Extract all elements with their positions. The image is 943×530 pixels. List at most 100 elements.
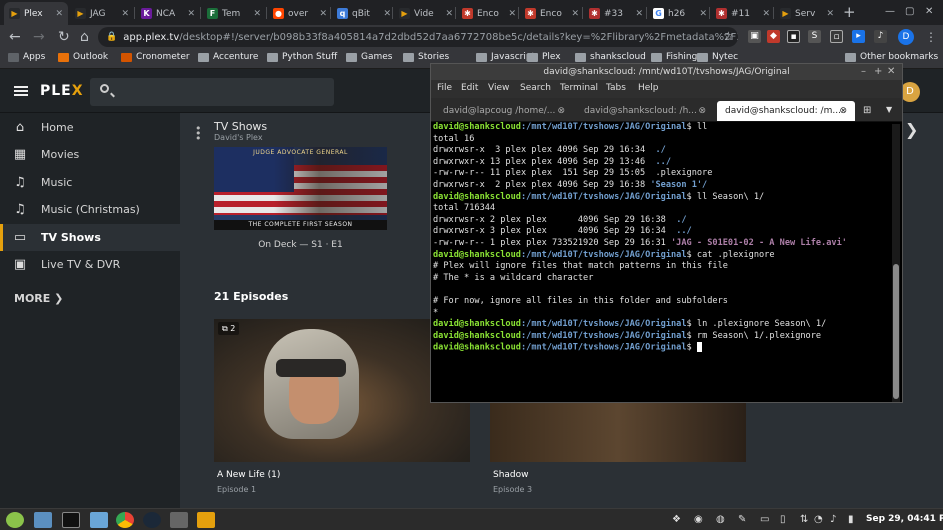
browser-tab[interactable]: ▶ Plex ✕ bbox=[4, 2, 68, 25]
tab-close-icon[interactable]: ✕ bbox=[567, 9, 579, 19]
back-arrow-icon[interactable]: ← bbox=[9, 29, 21, 45]
browser-tab[interactable]: ✱ Enco ✕ bbox=[457, 2, 521, 25]
episode-title[interactable]: A New Life (1) bbox=[217, 470, 280, 480]
steam-icon[interactable] bbox=[143, 512, 161, 528]
tab-close-icon[interactable]: ✕ bbox=[379, 9, 391, 19]
terminal-scrollbar[interactable] bbox=[892, 124, 900, 402]
tray-icon[interactable]: ◍ bbox=[716, 514, 725, 525]
bookmark-item[interactable]: Nytec bbox=[697, 52, 738, 62]
tab-close-icon[interactable]: ✕ bbox=[822, 9, 834, 19]
sidebar-item[interactable]: ♫ Music bbox=[0, 169, 180, 196]
bookmark-item[interactable]: Fishing bbox=[651, 52, 697, 62]
terminal-launcher-icon[interactable] bbox=[62, 512, 80, 528]
show-poster[interactable]: JUDGE ADVOCATE GENERAL THE COMPLETE FIRS… bbox=[214, 147, 387, 230]
tab-close-icon[interactable]: ✕ bbox=[315, 9, 327, 19]
tab-close-icon[interactable]: ✕ bbox=[504, 9, 516, 19]
plex-logo[interactable]: PLEX bbox=[40, 83, 84, 99]
wifi-icon[interactable]: ◔ bbox=[814, 514, 823, 525]
tab-close-icon[interactable]: ⊗ bbox=[698, 101, 706, 121]
on-deck-label[interactable]: On Deck — S1 · E1 bbox=[214, 240, 387, 250]
minimize-icon[interactable]: – bbox=[861, 64, 866, 80]
hamburger-menu-icon[interactable] bbox=[14, 86, 28, 96]
chrome-icon[interactable] bbox=[116, 512, 134, 528]
media-icon[interactable]: ♪ bbox=[874, 30, 887, 43]
new-terminal-tab-icon[interactable]: ⊞ bbox=[863, 105, 871, 116]
tab-close-icon[interactable]: ⊗ bbox=[839, 101, 847, 121]
sidebar-item[interactable]: ▣ Live TV & DVR bbox=[0, 251, 180, 278]
bookmark-item[interactable]: Accenture bbox=[198, 52, 258, 62]
bookmark-item[interactable]: Outlook bbox=[58, 52, 108, 62]
browser-tab[interactable]: F Tem ✕ bbox=[202, 2, 266, 25]
extension-icon[interactable]: ▣ bbox=[748, 30, 761, 43]
profile-avatar[interactable]: D bbox=[898, 29, 914, 45]
browser-tab[interactable]: ▶ Serv ✕ bbox=[775, 2, 839, 25]
scrollbar-thumb[interactable] bbox=[893, 264, 899, 399]
terminal-menu-item[interactable]: Tabs bbox=[606, 83, 626, 93]
browser-tab[interactable]: ▶ Vide ✕ bbox=[394, 2, 458, 25]
terminal-titlebar[interactable]: david@shankscloud: /mnt/wd10T/tvshows/JA… bbox=[431, 64, 902, 80]
files-icon[interactable] bbox=[90, 512, 108, 528]
terminal-tab[interactable]: david@shankscloud: /h... ⊗ bbox=[576, 101, 714, 121]
dropbox-icon[interactable]: ❖ bbox=[672, 514, 681, 525]
bookmark-item[interactable]: Other bookmarks bbox=[845, 52, 938, 62]
browser-tab[interactable]: q qBit ✕ bbox=[332, 2, 396, 25]
terminal-tab[interactable]: david@lapcoug /home/... ⊗ bbox=[435, 101, 573, 121]
sidebar-item[interactable]: ▦ Movies bbox=[0, 141, 180, 168]
shield-icon[interactable]: ◆ bbox=[767, 30, 780, 43]
plex-user-avatar[interactable]: D bbox=[900, 82, 920, 102]
episode-title[interactable]: Shadow bbox=[493, 470, 529, 480]
mint-menu-icon[interactable] bbox=[6, 512, 24, 528]
search-input[interactable] bbox=[90, 78, 334, 106]
browser-tab[interactable]: ✱ Enco ✕ bbox=[520, 2, 584, 25]
terminal-menu-item[interactable]: Terminal bbox=[560, 83, 598, 93]
new-tab-button[interactable]: + bbox=[843, 3, 856, 21]
forward-arrow-icon[interactable]: → bbox=[33, 29, 45, 45]
browser-tab[interactable]: K NCA ✕ bbox=[136, 2, 200, 25]
tab-close-icon[interactable]: ✕ bbox=[249, 9, 261, 19]
bookmark-item[interactable]: Plex bbox=[527, 52, 561, 62]
terminal-menu-item[interactable]: Search bbox=[520, 83, 551, 93]
sidebar-item[interactable]: ♫ Music (Christmas) bbox=[0, 196, 180, 223]
tray-icon[interactable]: ▭ bbox=[760, 514, 769, 525]
terminal-menu-item[interactable]: View bbox=[488, 83, 509, 93]
address-bar[interactable]: 🔒 app.plex.tv /desktop#!/server/b098b33f… bbox=[98, 27, 738, 47]
episode-thumbnail[interactable] bbox=[490, 401, 746, 462]
chrome-menu-icon[interactable]: ⋮ bbox=[925, 29, 937, 45]
tab-close-icon[interactable]: ✕ bbox=[631, 9, 643, 19]
tab-list-dropdown-icon[interactable]: ▼ bbox=[886, 105, 892, 114]
close-window-icon[interactable]: ✕ bbox=[925, 6, 933, 17]
star-icon[interactable]: ☆ bbox=[723, 28, 734, 44]
close-window-icon[interactable]: ✕ bbox=[887, 64, 895, 80]
browser-tab[interactable]: ✱ #33 ✕ bbox=[584, 2, 648, 25]
clock[interactable]: Sep 29, 04:41 PM bbox=[866, 514, 943, 524]
bookmark-item[interactable]: Python Stuff bbox=[267, 52, 337, 62]
terminal-menu-item[interactable]: Edit bbox=[461, 83, 478, 93]
tab-close-icon[interactable]: ✕ bbox=[51, 9, 63, 19]
tab-close-icon[interactable]: ⊗ bbox=[557, 101, 565, 121]
minimize-icon[interactable]: — bbox=[885, 6, 895, 17]
app-icon[interactable] bbox=[170, 512, 188, 528]
browser-tab[interactable]: ● over ✕ bbox=[268, 2, 332, 25]
tray-icon[interactable]: ▯ bbox=[780, 514, 786, 525]
network-icon[interactable]: ⇅ bbox=[800, 514, 808, 525]
browser-tab[interactable]: ✱ #11 ✕ bbox=[711, 2, 775, 25]
more-options-icon[interactable]: • • • bbox=[195, 123, 202, 144]
extension-icon[interactable]: ▸ bbox=[852, 30, 865, 43]
plex-taskbar-icon[interactable] bbox=[197, 512, 215, 528]
maximize-icon[interactable]: ▢ bbox=[905, 6, 914, 17]
bookmark-item[interactable]: Cronometer bbox=[121, 52, 190, 62]
browser-tab[interactable]: Gh26 ✕ bbox=[648, 2, 712, 25]
extension-icon[interactable]: ▪ bbox=[787, 30, 800, 43]
terminal-tab[interactable]: david@shankscloud: /m... ⊗ bbox=[717, 101, 855, 121]
tray-icon[interactable]: ✎ bbox=[738, 514, 746, 525]
tab-close-icon[interactable]: ✕ bbox=[758, 9, 770, 19]
browser-tab[interactable]: ▶ JAG ✕ bbox=[70, 2, 134, 25]
terminal-menu-item[interactable]: File bbox=[437, 83, 452, 93]
tab-close-icon[interactable]: ✕ bbox=[117, 9, 129, 19]
tray-icon[interactable]: ◉ bbox=[694, 514, 703, 525]
reload-icon[interactable]: ↻ bbox=[58, 29, 70, 45]
extension-icon[interactable]: ▫ bbox=[830, 30, 843, 43]
tab-close-icon[interactable]: ✕ bbox=[183, 9, 195, 19]
volume-icon[interactable]: ♪ bbox=[830, 514, 836, 525]
breadcrumb[interactable]: TV Shows bbox=[214, 120, 267, 133]
